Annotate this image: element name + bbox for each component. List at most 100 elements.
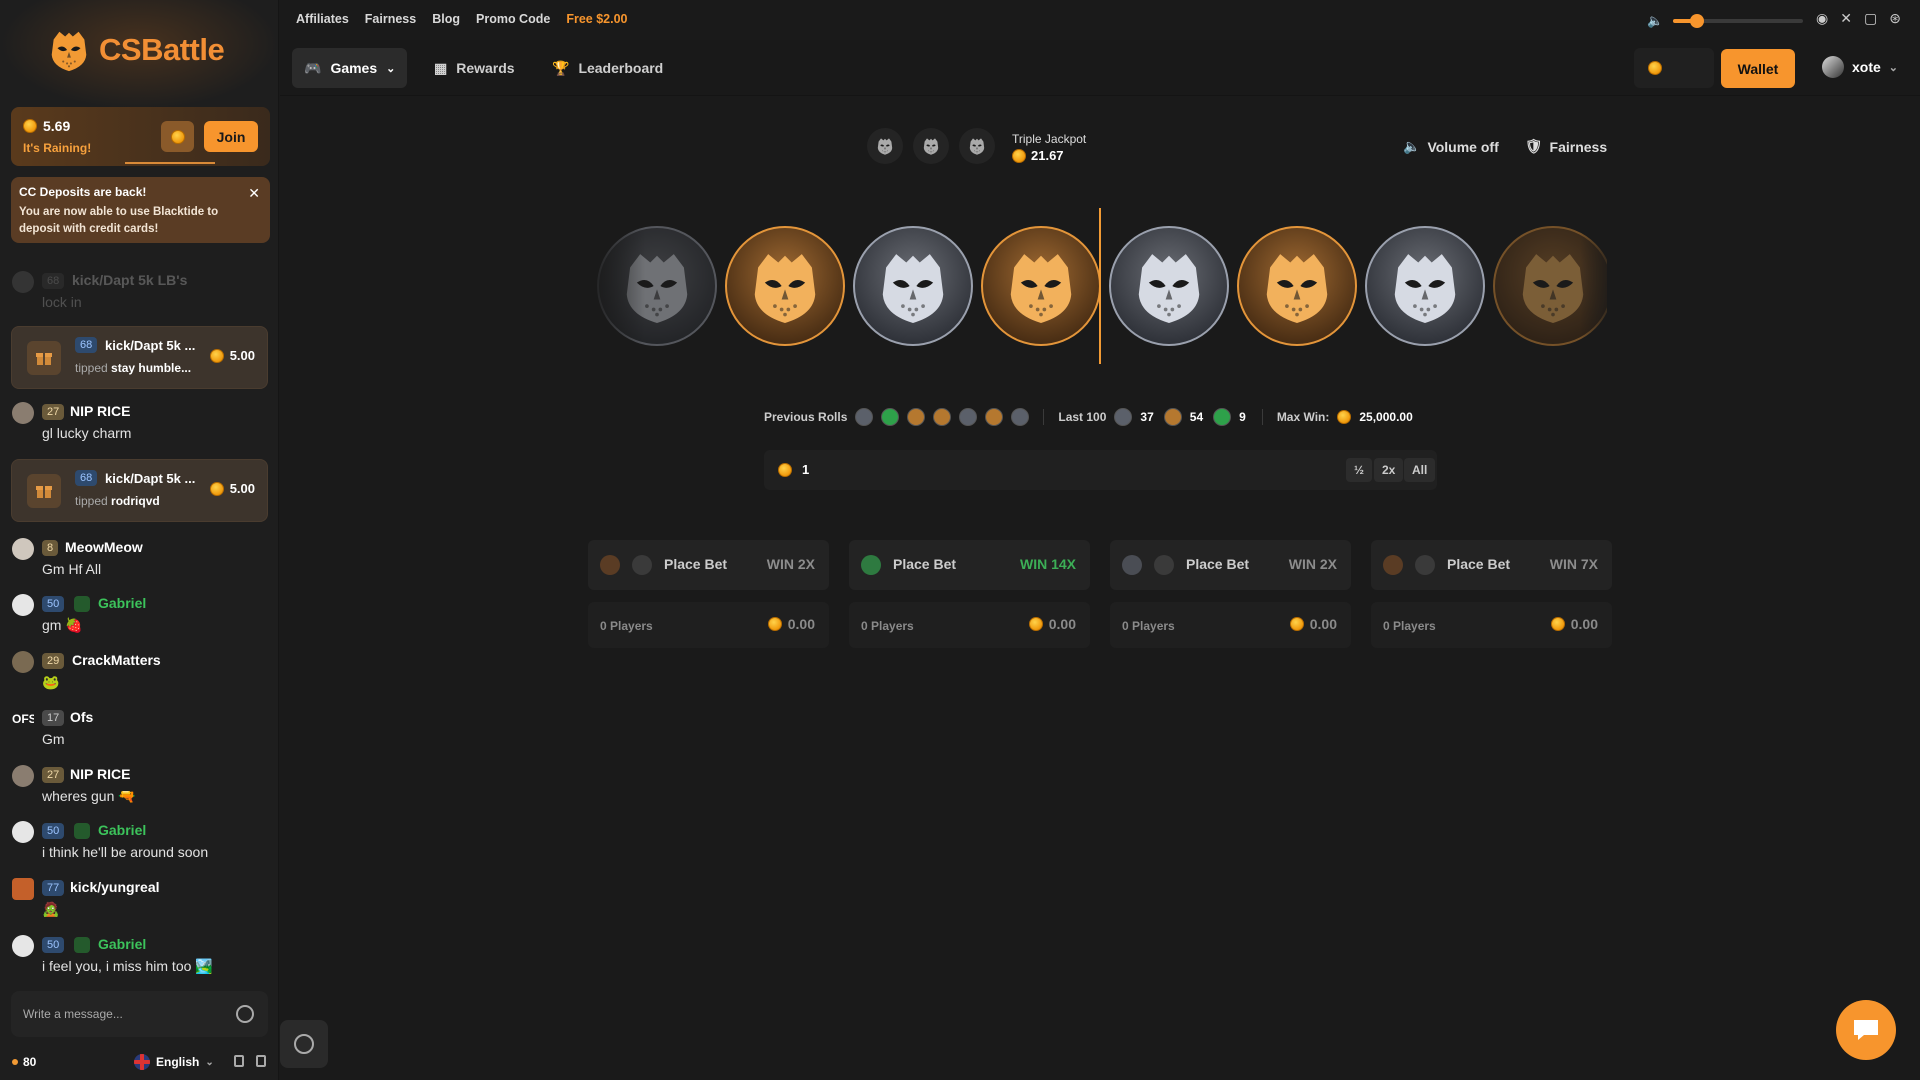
place-bet-label: Place Bet xyxy=(664,556,728,572)
last100-bonus-count: 9 xyxy=(1239,410,1246,424)
level-badge: 8 xyxy=(42,540,59,556)
tip-verb: tipped xyxy=(75,494,108,508)
level-badge: 27 xyxy=(42,404,65,420)
wallet-button[interactable]: Wallet xyxy=(1721,49,1795,88)
close-icon[interactable]: ✕ xyxy=(248,185,260,202)
link-promo-code[interactable]: Promo Code xyxy=(476,12,550,26)
top-links: Affiliates Fairness Blog Promo Code Free… xyxy=(296,12,627,26)
ct-runner-icon xyxy=(1154,555,1174,575)
rules-icon[interactable] xyxy=(234,1055,244,1067)
max-bet-button[interactable]: All xyxy=(1404,458,1436,482)
username[interactable]: MeowMeow xyxy=(65,539,143,555)
fairness-label: Fairness xyxy=(1549,138,1608,155)
nav-games[interactable]: 🎮 Games ⌄ xyxy=(292,48,408,88)
x-icon[interactable]: ✕ xyxy=(1840,10,1852,27)
message-text: 🐸 xyxy=(42,674,60,690)
link-free-bonus[interactable]: Free $2.00 xyxy=(566,12,627,26)
tip-line: tipped stay humble... xyxy=(75,361,191,375)
rain-join-button[interactable]: Join xyxy=(204,121,258,152)
avatar[interactable] xyxy=(12,821,34,843)
emoji-icon[interactable] xyxy=(236,1005,254,1023)
username[interactable]: Ofs xyxy=(70,709,93,725)
username[interactable]: NIP RICE xyxy=(70,403,130,419)
language-selector[interactable]: English ⌄ xyxy=(134,1054,214,1070)
chat-message-input[interactable] xyxy=(23,1004,223,1024)
win-multiplier: WIN 14X xyxy=(1019,556,1076,572)
bet-amount-value[interactable]: 1 xyxy=(802,462,809,477)
chevron-down-icon: ⌄ xyxy=(386,62,396,75)
social-links: ◉ ✕ ▢ ⊛ xyxy=(1816,10,1901,27)
double-bet-button[interactable]: 2x xyxy=(1374,458,1404,482)
balance-display[interactable] xyxy=(1634,48,1714,88)
nav-leaderboard[interactable]: 🏆 Leaderboard xyxy=(540,48,675,88)
username[interactable]: CrackMatters xyxy=(72,652,161,668)
volume-toggle[interactable]: 🔈 Volume off xyxy=(1403,138,1499,155)
bet-amount: 1 xyxy=(778,462,809,477)
player-count: 0 Players xyxy=(1383,619,1436,633)
players-panel: 0 Players 0.00 xyxy=(849,602,1090,648)
tip-card: 68 kick/Dapt 5k ... tipped rodriqvd 5.00 xyxy=(11,459,268,522)
message-text: gl lucky charm xyxy=(42,425,132,441)
avatar[interactable] xyxy=(12,538,34,560)
avatar[interactable]: OFS xyxy=(12,708,34,730)
avatar[interactable] xyxy=(12,651,34,673)
support-chat-button[interactable] xyxy=(1836,1000,1896,1060)
tip-recipient[interactable]: rodriqvd xyxy=(111,494,160,508)
coin-icon xyxy=(209,481,224,496)
username[interactable]: Gabriel xyxy=(98,936,146,952)
moderator-shield-icon xyxy=(74,937,90,953)
nav-rewards[interactable]: ▦ Rewards xyxy=(422,48,527,88)
place-bet-bonus-button[interactable]: Place Bet WIN 14X xyxy=(849,540,1090,590)
t-coin-icon xyxy=(1163,408,1182,426)
avatar[interactable] xyxy=(12,594,34,616)
username[interactable]: kick/Dapt 5k LB's xyxy=(72,272,187,288)
user-menu[interactable]: xote ⌄ xyxy=(1822,56,1898,78)
avatar[interactable] xyxy=(12,765,34,787)
username[interactable]: kick/Dapt 5k ... xyxy=(105,471,195,486)
bet-amount-field[interactable]: 1 ½ 2x All xyxy=(764,450,1437,490)
place-bet-t-button[interactable]: Place Bet WIN 2X xyxy=(588,540,829,590)
coin-stack-icon xyxy=(170,129,185,144)
avatar[interactable] xyxy=(12,935,34,957)
place-bet-label: Place Bet xyxy=(1186,556,1250,572)
players-panel: 0 Players 0.00 xyxy=(1110,602,1351,648)
volume-knob[interactable] xyxy=(1689,14,1704,28)
level-badge: 29 xyxy=(42,653,65,669)
speaker-icon[interactable]: 🔈 xyxy=(1647,13,1663,29)
place-bet-combo-button[interactable]: Place Bet WIN 7X xyxy=(1371,540,1612,590)
place-bet-ct-button[interactable]: Place Bet WIN 2X xyxy=(1110,540,1351,590)
username[interactable]: kick/Dapt 5k ... xyxy=(105,338,195,353)
volume-label: Volume off xyxy=(1427,138,1499,155)
fairness-link[interactable]: 🛡 Fairness xyxy=(1525,138,1607,155)
coin-icon xyxy=(1550,617,1565,631)
rain-status: It's Raining! xyxy=(23,141,92,155)
tip-verb: tipped xyxy=(75,361,108,375)
link-affiliates[interactable]: Affiliates xyxy=(296,12,349,26)
avatar[interactable] xyxy=(12,878,34,900)
message-text: i think he'll be around soon xyxy=(42,844,209,860)
message-text: wheres gun 🔫 xyxy=(42,788,136,804)
online-count-value: 80 xyxy=(23,1055,37,1069)
link-blog[interactable]: Blog xyxy=(432,12,460,26)
volume-slider[interactable] xyxy=(1673,14,1804,28)
username[interactable]: kick/yungreal xyxy=(70,879,160,895)
rain-panel: 5.69 It's Raining! Join xyxy=(11,107,270,166)
coin-icon xyxy=(1012,148,1026,163)
rain-tip-button[interactable] xyxy=(161,121,194,152)
username[interactable]: Gabriel xyxy=(98,595,146,611)
avatar[interactable] xyxy=(12,402,34,424)
tip-recipient[interactable]: stay humble... xyxy=(111,361,191,375)
steam-icon[interactable]: ⊛ xyxy=(1889,10,1901,27)
ct-coin-icon xyxy=(1011,408,1030,426)
username[interactable]: Gabriel xyxy=(98,822,146,838)
fullscreen-icon[interactable]: ▢ xyxy=(1864,10,1877,27)
avatar[interactable] xyxy=(12,271,34,293)
link-fairness[interactable]: Fairness xyxy=(365,12,416,26)
username[interactable]: NIP RICE xyxy=(70,766,130,782)
logo[interactable]: CSBattle xyxy=(45,20,225,80)
half-bet-button[interactable]: ½ xyxy=(1346,458,1373,482)
players-total-value: 0.00 xyxy=(787,616,815,632)
bonus-coin-icon xyxy=(1213,408,1232,426)
gift-small-icon[interactable] xyxy=(256,1055,266,1067)
discord-icon[interactable]: ◉ xyxy=(1816,10,1828,27)
